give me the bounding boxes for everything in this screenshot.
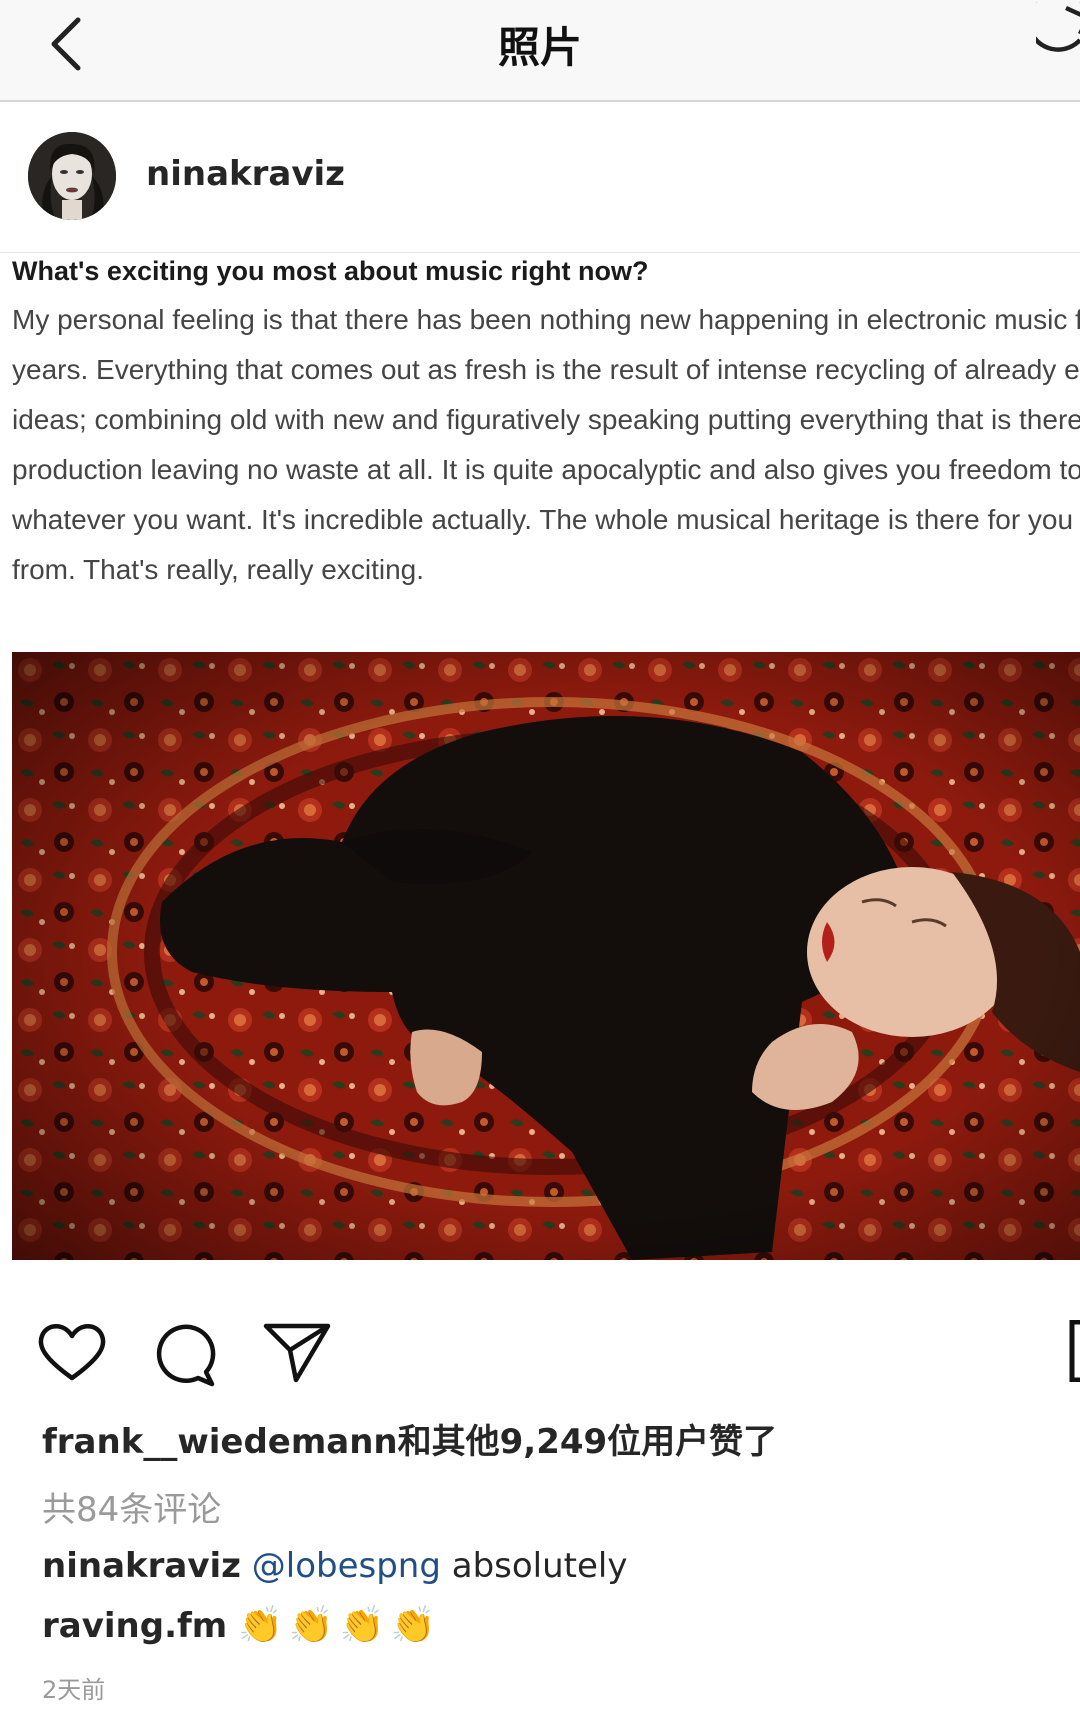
article-line: ideas; combining old with new and figura… (12, 404, 1080, 435)
like-button[interactable] (36, 1320, 108, 1384)
action-bar (0, 1300, 1080, 1390)
page-title: 照片 (497, 23, 582, 72)
view-comments-link[interactable]: 共84条评论 (42, 1482, 221, 1531)
article-text: What's exciting you most about music rig… (12, 252, 1080, 612)
post-photo[interactable] (12, 652, 1080, 1260)
comment-mention[interactable]: @lobespng (252, 1546, 441, 1586)
article-line: whatever you want. It's incredible actua… (12, 504, 1080, 535)
comment-username[interactable]: ninakraviz (42, 1546, 241, 1586)
post-header: ninakraviz (0, 102, 1080, 253)
avatar[interactable] (28, 132, 116, 220)
clapping-hands-emoji: 👏👏👏👏 (238, 1605, 442, 1646)
refresh-button[interactable] (1025, 0, 1080, 78)
bookmark-icon (1069, 1319, 1080, 1383)
article-line: production leaving no waste at all. It i… (12, 454, 1080, 485)
share-button[interactable] (262, 1320, 332, 1384)
comment-icon (156, 1324, 216, 1387)
comment-username[interactable]: raving.fm (42, 1606, 227, 1646)
top-bar: 照片 (0, 0, 1080, 102)
likes-summary[interactable]: frank__wiedemann和其他9,249位用户赞了 (42, 1414, 777, 1463)
post-timestamp: 2天前 (42, 1676, 106, 1704)
article-line: from. That's really, really exciting. (12, 554, 425, 585)
refresh-icon (1025, 0, 1080, 52)
heart-icon (38, 1324, 106, 1381)
article-line: years. Everything that comes out as fres… (12, 354, 1080, 385)
save-button[interactable] (1068, 1319, 1080, 1383)
paper-plane-icon (263, 1323, 331, 1383)
comment-item: ninakraviz @lobespng absolutely (42, 1546, 628, 1586)
comment-text: absolutely (440, 1546, 628, 1586)
post-username[interactable]: ninakraviz (146, 154, 345, 194)
article-question: What's exciting you most about music rig… (12, 256, 649, 286)
article-line: My personal feeling is that there has be… (12, 304, 1080, 335)
comment-item: raving.fm 👏👏👏👏 (42, 1604, 441, 1646)
comment-button[interactable] (150, 1320, 218, 1388)
